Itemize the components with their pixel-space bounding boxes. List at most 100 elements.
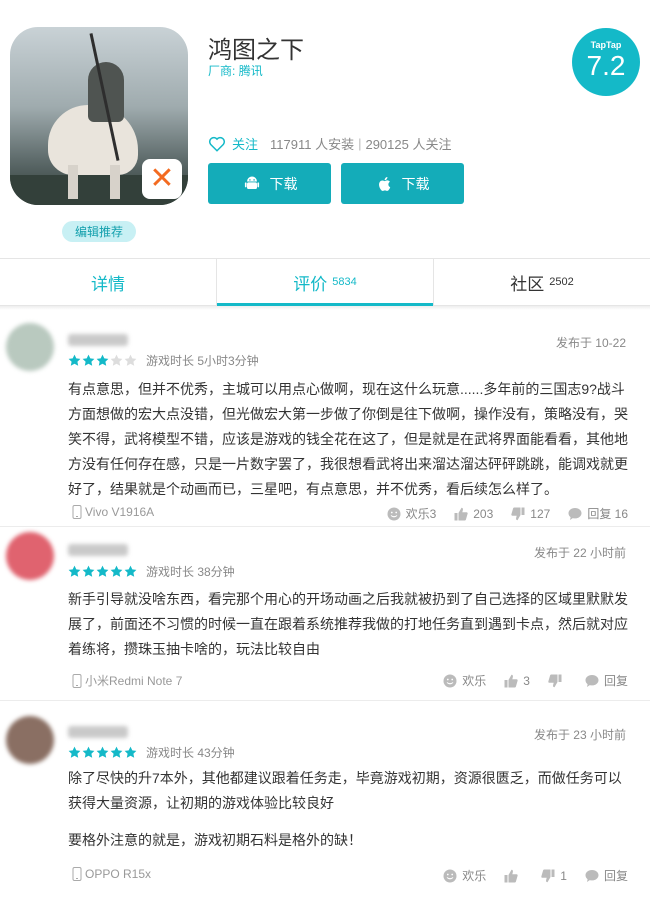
playtime: 游戏时长 5小时3分钟: [146, 354, 259, 368]
tab-details[interactable]: 详情: [0, 259, 217, 305]
like-button[interactable]: 203: [454, 507, 493, 521]
icon-horse-leg: [110, 165, 120, 199]
playtime: 游戏时长 43分钟: [146, 746, 235, 760]
star-icon: [82, 354, 95, 366]
editor-recommend-tag: 编辑推荐: [62, 221, 136, 242]
download-ios-label: 下载: [401, 175, 430, 192]
app-title: 鸿图之下: [208, 37, 304, 64]
reply-button[interactable]: 回复: [585, 867, 628, 884]
tab-bar: 详情 评价 5834 社区 2502: [0, 258, 650, 306]
dislike-button[interactable]: 127: [511, 507, 550, 521]
app-icon[interactable]: ✕: [10, 27, 188, 205]
fun-button[interactable]: 欢乐3: [387, 505, 437, 522]
comment-icon: [585, 674, 599, 687]
reply-count: 回复: [603, 674, 628, 688]
fun-count: 欢乐: [462, 674, 487, 688]
star-icon: [68, 354, 81, 366]
review-paragraph: 要格外注意的就是，游戏初期石料是格外的缺！: [68, 832, 362, 848]
smile-icon: [443, 674, 457, 687]
star-icon: [110, 565, 123, 577]
reply-button[interactable]: 回复 16: [568, 505, 628, 522]
star-icon: [82, 746, 95, 758]
device-info: OPPO R15x: [72, 867, 151, 881]
playtime: 游戏时长 38分钟: [146, 565, 235, 579]
phone-icon: [72, 505, 82, 519]
thumbs-up-icon: [504, 869, 518, 882]
review-actions: 欢乐 1 回复: [425, 867, 628, 884]
comment-icon: [568, 507, 582, 520]
star-icon: [68, 746, 81, 758]
star-icon: [110, 746, 123, 758]
tencent-badge-icon: ✕: [142, 159, 182, 199]
star-icon: [82, 565, 95, 577]
download-ios-button[interactable]: 下载: [341, 163, 464, 204]
smile-icon: [387, 507, 401, 520]
star-icon: [110, 354, 123, 366]
review-text: 新手引导就没啥东西，看完那个用心的开场动画之后我就被扔到了自己选择的区域里默默发…: [68, 587, 628, 662]
thumbs-down-icon: [548, 674, 562, 687]
vendor-name[interactable]: 腾讯: [239, 64, 263, 78]
tab-reviews[interactable]: 评价 5834: [217, 259, 434, 306]
reply-count: 回复: [603, 869, 628, 883]
star-rating: 游戏时长 5小时3分钟: [68, 352, 259, 369]
vendor-label: 厂商:: [208, 64, 236, 78]
install-count: 117911 人安装: [270, 137, 355, 152]
follow-button[interactable]: 关注: [232, 134, 258, 153]
review-date: 发布于 23 小时前: [533, 728, 626, 742]
avatar[interactable]: [6, 532, 54, 580]
app-header: ✕ 鸿图之下 厂商: 腾讯 TapTap 7.2 关注 117911 人安装 |…: [0, 0, 650, 258]
thumbs-down-icon: [541, 869, 555, 882]
username[interactable]: [68, 726, 128, 738]
star-icon: [96, 354, 109, 366]
review-actions: 欢乐3 203 127 回复 16: [369, 505, 628, 522]
dislike-button[interactable]: [548, 674, 567, 688]
tab-shadow: [0, 306, 650, 310]
username[interactable]: [68, 334, 128, 346]
like-count: 3: [523, 673, 530, 688]
review-paragraph: 有点意思，但并不优秀，主城可以用点心做啊，现在这什么玩意......多年前的三国…: [68, 381, 628, 497]
device-name: 小米Redmi Note 7: [85, 674, 183, 688]
dislike-count: 127: [530, 506, 551, 521]
vendor: 厂商: 腾讯: [208, 62, 263, 79]
star-icon: [124, 565, 137, 577]
like-count: 203: [473, 506, 494, 521]
star-rating: 游戏时长 43分钟: [68, 744, 235, 761]
like-button[interactable]: [504, 869, 523, 883]
tab-reviews-count: 5834: [332, 276, 357, 288]
phone-icon: [72, 673, 82, 688]
fun-button[interactable]: 欢乐: [443, 867, 486, 884]
review-divider: [0, 526, 650, 527]
android-icon: [244, 176, 259, 189]
device-info: 小米Redmi Note 7: [72, 672, 182, 689]
star-icon: [96, 565, 109, 577]
icon-horse-leg: [68, 165, 78, 199]
device-info: Vivo V1916A: [72, 505, 154, 519]
tab-community[interactable]: 社区 2502: [434, 259, 650, 305]
follow-row: 关注 117911 人安装 | 290125 人关注: [208, 134, 451, 153]
comment-icon: [585, 869, 599, 882]
taptap-rating: TapTap 7.2: [572, 28, 640, 96]
tab-details-label: 详情: [91, 274, 125, 294]
download-android-button[interactable]: 下载: [208, 163, 331, 204]
avatar[interactable]: [6, 323, 54, 371]
smile-icon: [443, 869, 457, 882]
fun-count: 欢乐: [462, 869, 487, 883]
username[interactable]: [68, 544, 128, 556]
download-android-label: 下载: [269, 175, 298, 192]
reply-count: 回复 16: [587, 507, 628, 521]
review-divider: [0, 700, 650, 701]
review-date: 发布于 22 小时前: [533, 546, 626, 560]
rating-score: 7.2: [586, 50, 626, 81]
fun-count: 欢乐3: [405, 507, 437, 521]
tab-community-count: 2502: [549, 276, 574, 288]
heart-icon[interactable]: [208, 135, 226, 153]
taptap-brand: TapTap: [590, 40, 622, 50]
reply-button[interactable]: 回复: [585, 672, 628, 689]
fun-button[interactable]: 欢乐: [443, 672, 486, 689]
review-date: 发布于 10-22: [555, 336, 626, 350]
avatar[interactable]: [6, 716, 54, 764]
tab-community-label: 社区: [510, 274, 545, 294]
review-text: 有点意思，但并不优秀，主城可以用点心做啊，现在这什么玩意......多年前的三国…: [68, 377, 628, 502]
dislike-button[interactable]: 1: [541, 869, 567, 883]
like-button[interactable]: 3: [504, 674, 530, 688]
